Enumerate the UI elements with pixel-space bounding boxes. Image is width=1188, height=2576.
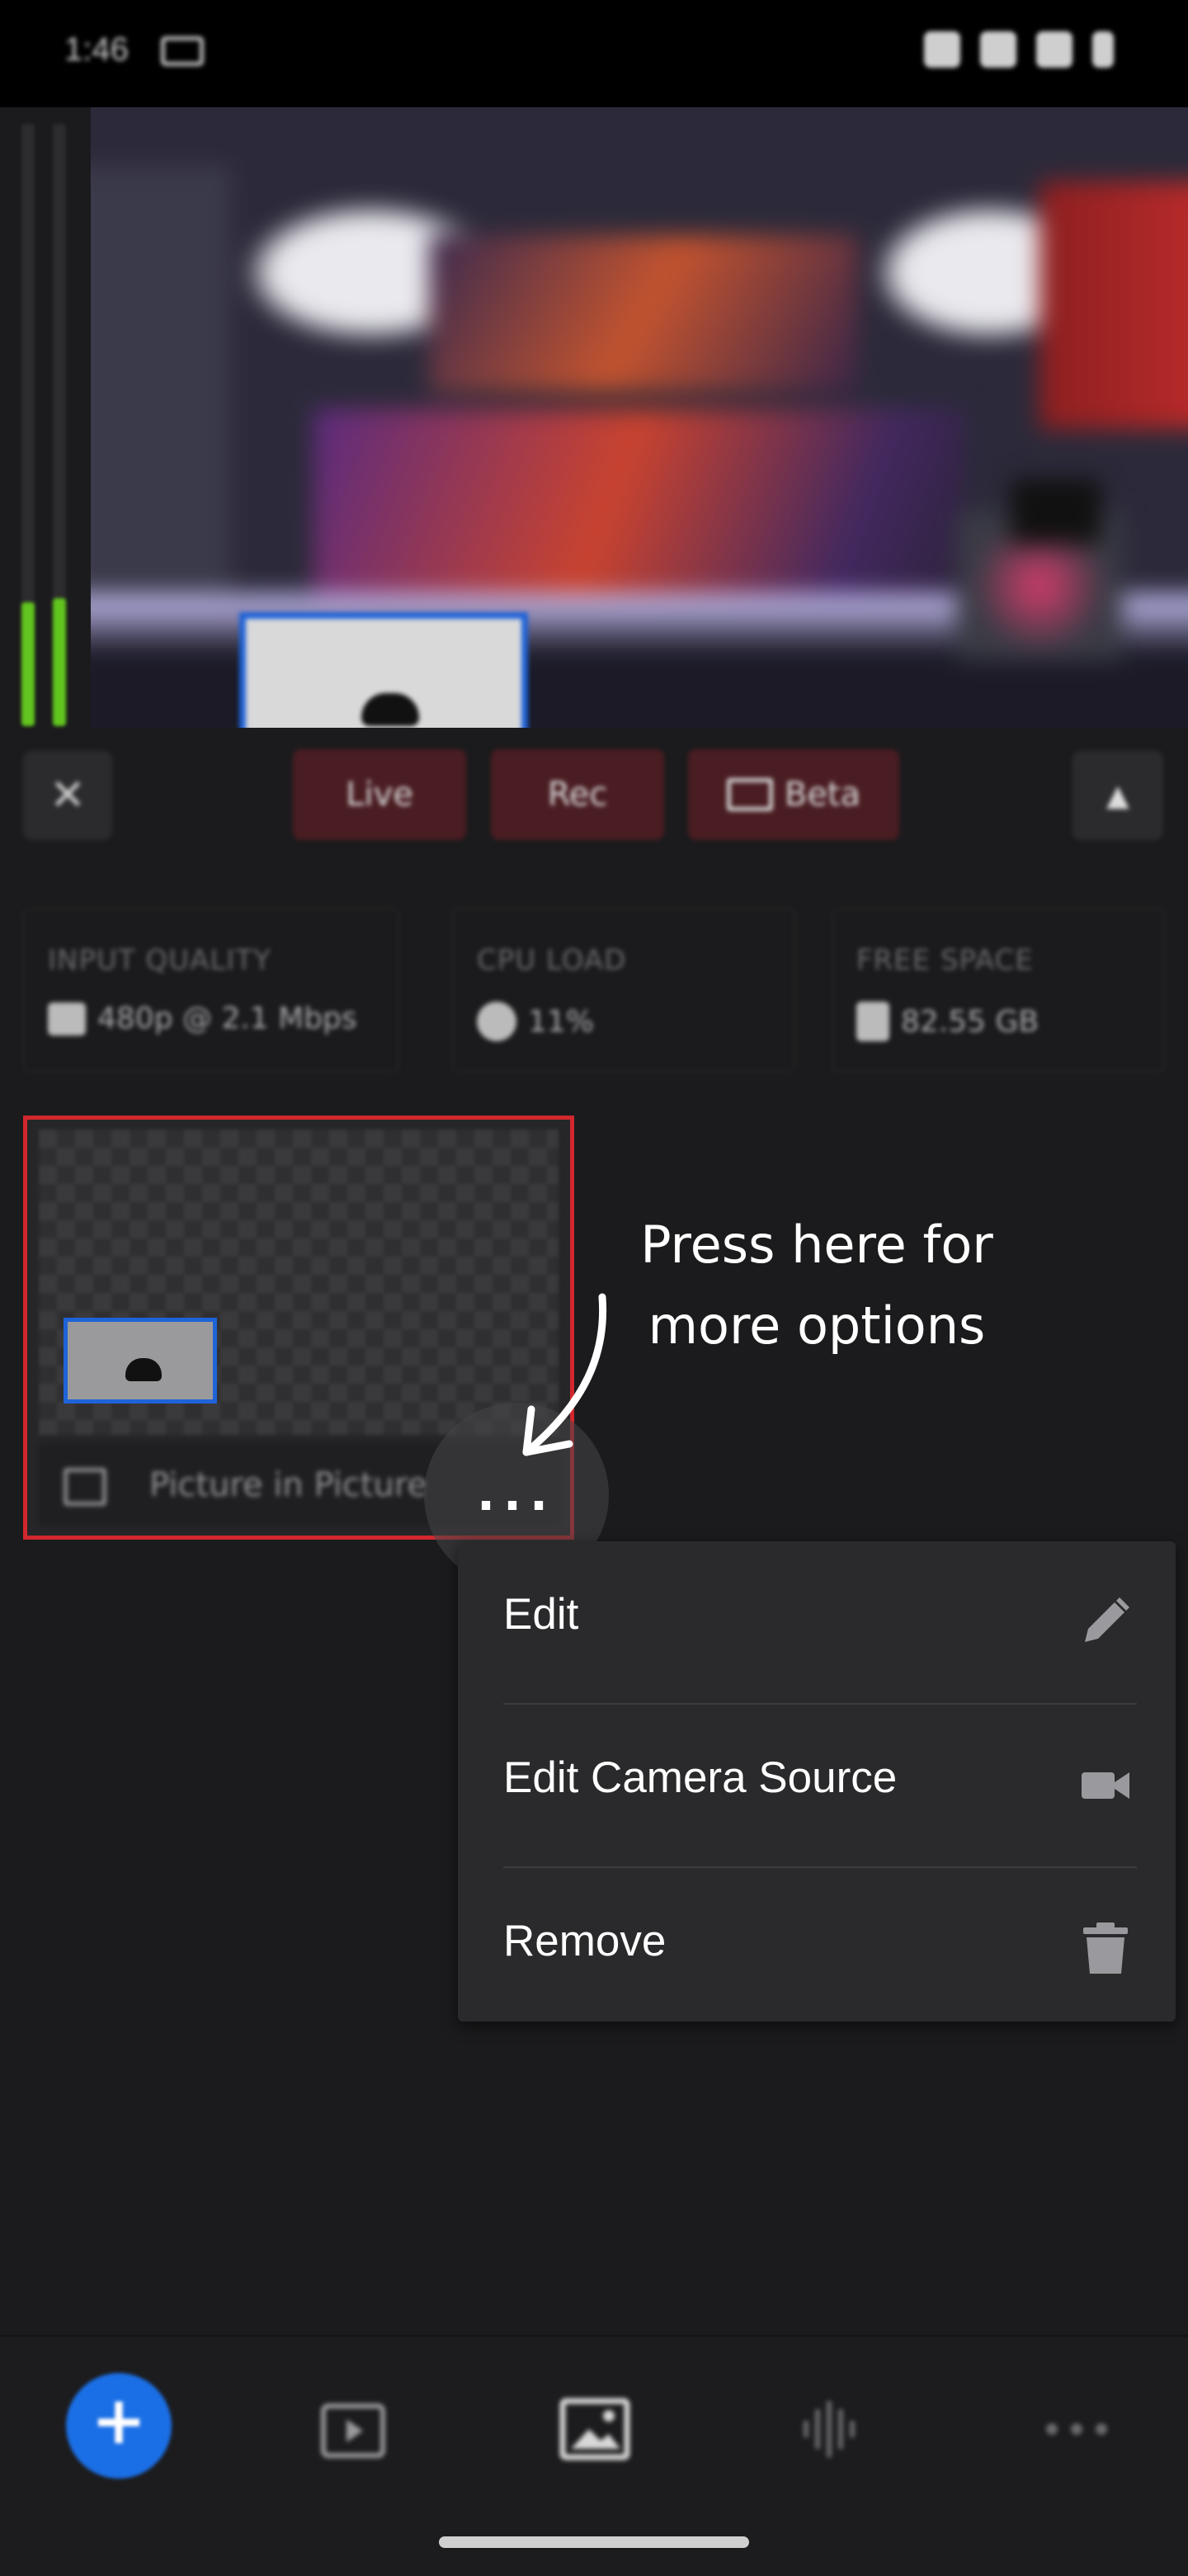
audio-wave-icon[interactable]: [792, 2396, 866, 2462]
stat-input-quality: INPUT QUALITY 480p @ 2.1 Mbps: [23, 908, 399, 1073]
menu-item-label: Remove: [503, 1917, 667, 1965]
battery-icon: [1092, 31, 1114, 68]
camera-preview[interactable]: [91, 107, 1188, 728]
more-horizontal-icon: ...: [476, 1465, 557, 1522]
screen-record-icon: [161, 36, 204, 66]
scene-name: Picture in Picture: [149, 1466, 428, 1504]
callout-line-1: Press here for: [640, 1215, 993, 1275]
menu-item-label: Edit Camera Source: [503, 1753, 898, 1802]
status-time: 1:46: [64, 31, 129, 68]
stat-label: INPUT QUALITY: [48, 944, 271, 977]
rec-button[interactable]: Rec: [491, 749, 664, 840]
more-icon[interactable]: [1031, 2396, 1122, 2462]
stat-value: 11%: [528, 1004, 595, 1039]
beta-label: Beta: [784, 776, 861, 814]
video-camera-icon: [48, 1002, 86, 1036]
collapse-button[interactable]: ▲: [1072, 751, 1163, 840]
chevron-up-icon: ▲: [1106, 778, 1129, 813]
stat-label: FREE SPACE: [856, 944, 1034, 977]
cast-icon: [726, 778, 773, 811]
live-button[interactable]: Live: [293, 749, 466, 840]
cpu-icon: [477, 1002, 516, 1041]
pip-overlay-preview: [239, 612, 528, 728]
rec-label: Rec: [547, 776, 608, 814]
stat-label: CPU LOAD: [477, 944, 627, 977]
wifi-icon: [980, 31, 1016, 68]
tutorial-callout: Press here for more options: [610, 1205, 1023, 1366]
mute-button[interactable]: ✕: [23, 751, 112, 840]
live-label: Live: [346, 776, 413, 814]
callout-line-2: more options: [648, 1295, 986, 1356]
callout-arrow-icon: [522, 1293, 607, 1456]
speaker-muted-icon: ✕: [50, 771, 86, 820]
trash-icon: [1083, 1923, 1128, 1974]
stat-value: 82.55 GB: [901, 1004, 1040, 1039]
beta-button[interactable]: Beta: [688, 749, 899, 840]
menu-item-edit-camera-source[interactable]: Edit Camera Source: [458, 1705, 1176, 1866]
stat-cpu-load: CPU LOAD 11%: [452, 908, 795, 1073]
audio-meter-right: [53, 124, 66, 726]
home-indicator[interactable]: [439, 2536, 749, 2548]
video-camera-icon: [1082, 1772, 1129, 1799]
status-icons: [924, 31, 1114, 68]
menu-item-remove[interactable]: Remove: [458, 1868, 1176, 2030]
menu-item-label: Edit: [503, 1590, 579, 1639]
add-icon: +: [91, 2382, 147, 2459]
scene-pip-thumbnail: [64, 1318, 217, 1404]
bottom-navigation: +: [0, 2335, 1188, 2576]
work-profile-icon: [924, 31, 960, 68]
media-play-icon[interactable]: [317, 2396, 391, 2462]
image-overlay-icon[interactable]: [558, 2396, 632, 2462]
add-button[interactable]: +: [66, 2373, 172, 2479]
audio-meter-left: [21, 124, 35, 726]
pencil-icon: [1085, 1597, 1129, 1642]
stat-value: 480p @ 2.1 Mbps: [97, 1002, 357, 1036]
signal-icon: [1036, 31, 1072, 68]
sd-card-icon: [856, 1002, 889, 1041]
stat-free-space: FREE SPACE 82.55 GB: [832, 908, 1165, 1073]
menu-item-edit[interactable]: Edit: [458, 1541, 1176, 1703]
picture-in-picture-icon: [64, 1468, 106, 1506]
status-bar: 1:46: [0, 0, 1188, 107]
context-menu: Edit Edit Camera Source Remove: [458, 1541, 1176, 2022]
